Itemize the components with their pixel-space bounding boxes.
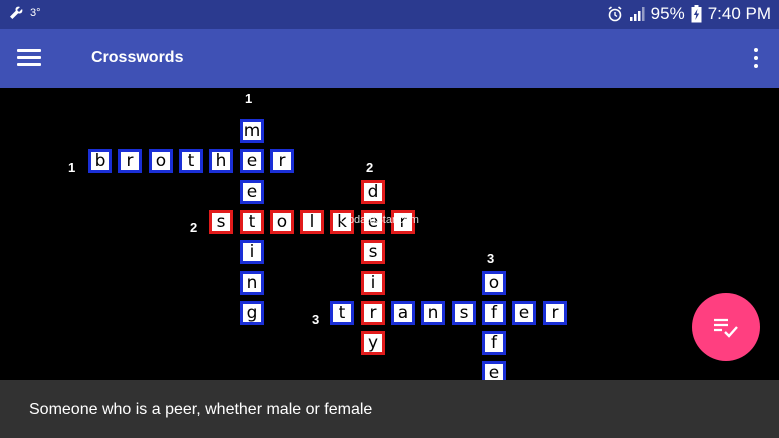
current-clue-text: Someone who is a peer, whether male or f… bbox=[29, 401, 373, 418]
wrench-icon bbox=[10, 6, 23, 19]
grid-cell[interactable]: r bbox=[270, 149, 294, 173]
grid-cell[interactable]: a bbox=[391, 301, 415, 325]
clue-bar: Someone who is a peer, whether male or f… bbox=[0, 380, 779, 438]
grid-cell[interactable]: f bbox=[482, 331, 506, 355]
grid-cell[interactable]: e bbox=[240, 149, 264, 173]
grid-cell[interactable]: e bbox=[512, 301, 536, 325]
grid-cell[interactable]: b bbox=[88, 149, 112, 173]
grid-cell[interactable]: t bbox=[240, 210, 264, 234]
app-title: Crosswords bbox=[91, 49, 184, 66]
clue-number-down-1: 1 bbox=[245, 91, 253, 106]
clue-number-down-3: 3 bbox=[487, 251, 495, 266]
grid-cell[interactable]: f bbox=[482, 301, 506, 325]
crossword-board: 1 1 2 2 3 3 meetingbrothrdesirysolkroffe… bbox=[0, 88, 779, 385]
grid-cell[interactable]: o bbox=[482, 271, 506, 295]
alarm-icon bbox=[608, 6, 622, 22]
grid-cell[interactable]: i bbox=[240, 240, 264, 264]
grid-cell[interactable]: l bbox=[300, 210, 324, 234]
grid-cell[interactable]: m bbox=[240, 119, 264, 143]
grid-cell[interactable]: s bbox=[452, 301, 476, 325]
grid-cell[interactable]: n bbox=[421, 301, 445, 325]
grid-cell[interactable]: t bbox=[330, 301, 354, 325]
battery-percent: 95% bbox=[650, 4, 685, 23]
grid-cell[interactable]: t bbox=[179, 149, 203, 173]
clue-number-across-3: 3 bbox=[312, 312, 320, 327]
watermark: UpdateStar.com bbox=[340, 214, 419, 226]
grid-cell[interactable]: y bbox=[361, 331, 385, 355]
notification-text: 3° bbox=[30, 7, 41, 19]
grid-cell[interactable]: h bbox=[209, 149, 233, 173]
grid-cell[interactable]: n bbox=[240, 271, 264, 295]
check-answers-button[interactable] bbox=[692, 293, 760, 361]
grid-cell[interactable]: r bbox=[543, 301, 567, 325]
status-time: 7:40 PM bbox=[707, 4, 771, 23]
grid-cell[interactable]: e bbox=[240, 180, 264, 204]
grid-cell[interactable]: s bbox=[361, 240, 385, 264]
clue-number-across-2: 2 bbox=[190, 220, 198, 235]
status-bar: 3° 95% 7:40 PM bbox=[0, 0, 779, 29]
grid-cell[interactable]: r bbox=[361, 301, 385, 325]
clue-number-across-1: 1 bbox=[68, 160, 76, 175]
grid-cell[interactable]: g bbox=[240, 301, 264, 325]
grid-cell[interactable]: i bbox=[361, 271, 385, 295]
clue-number-down-2: 2 bbox=[366, 160, 374, 175]
app-bar: Crosswords bbox=[0, 29, 779, 88]
playlist-check-icon bbox=[714, 318, 738, 338]
menu-icon[interactable] bbox=[17, 49, 41, 67]
grid-cell[interactable]: r bbox=[118, 149, 142, 173]
grid-cell[interactable]: d bbox=[361, 180, 385, 204]
grid-cell[interactable]: o bbox=[149, 149, 173, 173]
more-options-icon[interactable] bbox=[753, 48, 759, 70]
grid-cell[interactable]: s bbox=[209, 210, 233, 234]
signal-icon bbox=[629, 7, 645, 21]
grid-cell[interactable]: o bbox=[270, 210, 294, 234]
battery-charging-icon bbox=[691, 5, 702, 23]
